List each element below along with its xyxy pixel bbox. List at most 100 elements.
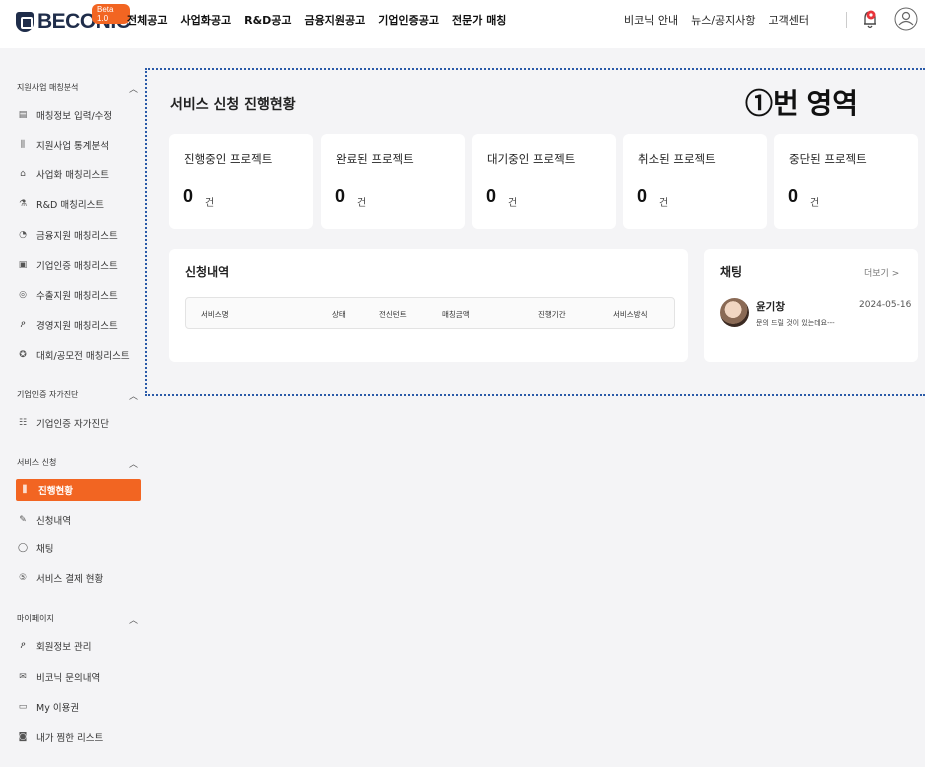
utility-nav: 비코닉 안내 뉴스/공지사항 고객센터 — [624, 12, 809, 28]
top-header: BECONIC Beta 1.0 전체공고 사업화공고 R&D공고 금융지원공고… — [0, 0, 925, 48]
sidebar-item-ticket[interactable]: ▭ My 이용권 — [17, 696, 141, 718]
stat-unit: 건 — [508, 198, 518, 209]
gnb-all-notices[interactable]: 전체공고 — [127, 12, 167, 28]
gnb-certification[interactable]: 기업인증공고 — [378, 12, 439, 28]
panel-title: 신청내역 — [185, 265, 230, 279]
sidebar-item-applications[interactable]: ✎ 신청내역 — [17, 509, 141, 531]
bookmark-icon: ◙ — [18, 732, 28, 742]
sidebar-item-commercialization[interactable]: ⌂ 사업화 매칭리스트 — [17, 163, 141, 185]
sidebar-item-contest[interactable]: ✪ 대회/공모전 매칭리스트 — [17, 344, 141, 366]
section-title-self-diagnosis: 기업인증 자가진단 — [17, 390, 79, 399]
chevron-up-icon[interactable]: ︿ — [129, 82, 138, 95]
sidebar-item-label: My 이용권 — [36, 703, 80, 714]
column-header: 매칭금액 — [442, 310, 470, 319]
sidebar-item-label: R&D 매칭리스트 — [36, 200, 105, 211]
sidebar-item-label: 채팅 — [36, 544, 54, 555]
table-header: 서비스명 상태 전신턴트 매칭금액 진행기간 서비스방식 — [185, 297, 675, 329]
ticket-icon: ▭ — [18, 702, 28, 712]
sidebar-item-label: 대회/공모전 매칭리스트 — [36, 351, 130, 362]
stat-card-completed[interactable]: 완료된 프로젝트 0 건 — [321, 134, 465, 229]
edit-icon: ✎ — [19, 515, 27, 525]
user-edit-icon: ዖ — [20, 641, 26, 651]
stat-value: 0 — [637, 186, 648, 206]
sidebar-item-matching-info[interactable]: ▤ 매칭정보 입력/수정 — [17, 104, 141, 126]
chat-sender-name: 윤기창 — [756, 301, 785, 313]
globe-icon: ◎ — [19, 290, 27, 300]
divider — [846, 12, 847, 28]
column-header: 전신턴트 — [379, 310, 407, 319]
sidebar-item-label: 기업인증 매칭리스트 — [36, 261, 118, 272]
sidebar-item-inquiries[interactable]: ✉ 비코닉 문의내역 — [17, 666, 141, 688]
gnb-expert-matching[interactable]: 전문가 매칭 — [452, 12, 506, 28]
sidebar-item-label: 비코닉 문의내역 — [36, 673, 101, 684]
region-label: ①번 영역 — [745, 88, 859, 119]
bell-icon[interactable] — [862, 8, 878, 30]
payment-icon: ⑤ — [18, 573, 28, 583]
chat-date: 2024-05-16 — [859, 300, 912, 310]
certificate-icon: ▣ — [18, 260, 28, 270]
chevron-up-icon[interactable]: ︿ — [129, 457, 138, 470]
sidebar-item-rnd[interactable]: ⚗ R&D 매칭리스트 — [17, 193, 141, 215]
stat-label: 취소된 프로젝트 — [638, 152, 716, 166]
more-link[interactable]: 더보기 > — [864, 266, 899, 279]
beta-badge: Beta 1.0 — [92, 4, 131, 24]
flask-icon: ⚗ — [18, 199, 28, 209]
sidebar-item-label: 기업인증 자가진단 — [36, 419, 109, 430]
stat-unit: 건 — [659, 198, 669, 209]
avatar — [720, 298, 749, 327]
sidebar-item-management[interactable]: ዖ 경영지원 매칭리스트 — [17, 314, 141, 336]
column-header: 서비스방식 — [613, 310, 648, 319]
sidebar-item-label: 매칭정보 입력/수정 — [36, 111, 113, 122]
stat-card-stopped[interactable]: 중단된 프로젝트 0 건 — [774, 134, 918, 229]
gnb-commercialization[interactable]: 사업화공고 — [180, 12, 231, 28]
stat-label: 중단된 프로젝트 — [789, 152, 867, 166]
column-header: 진행기간 — [538, 310, 566, 319]
sidebar-item-statistics[interactable]: ⫼ 지원사업 통계분석 — [17, 134, 141, 156]
stat-card-waiting[interactable]: 대기중인 프로젝트 0 건 — [472, 134, 616, 229]
util-news[interactable]: 뉴스/공지사항 — [691, 12, 755, 28]
stat-value: 0 — [183, 186, 194, 206]
column-header: 상태 — [332, 310, 346, 319]
gnb-rnd[interactable]: R&D공고 — [244, 12, 291, 28]
chevron-up-icon[interactable]: ︿ — [129, 613, 138, 626]
user-icon[interactable] — [894, 7, 918, 31]
chart-icon: ⫼ — [22, 485, 28, 495]
sidebar-item-finance[interactable]: ◔ 금융지원 매칭리스트 — [17, 224, 141, 246]
sidebar-item-chat[interactable]: ◯ 채팅 — [17, 537, 141, 559]
sidebar-item-self-diagnosis[interactable]: ☷ 기업인증 자가진단 — [17, 412, 141, 434]
stat-value: 0 — [335, 186, 346, 206]
mail-icon: ✉ — [19, 672, 27, 682]
people-icon: ዖ — [20, 320, 26, 330]
stat-value: 0 — [486, 186, 497, 206]
global-nav: 전체공고 사업화공고 R&D공고 금융지원공고 기업인증공고 전문가 매칭 — [127, 12, 506, 28]
sidebar-item-export[interactable]: ◎ 수출지원 매칭리스트 — [17, 284, 141, 306]
sidebar-item-label: 서비스 결제 현황 — [36, 574, 104, 585]
shield-logo-icon — [16, 12, 34, 32]
application-history-panel: 신청내역 서비스명 상태 전신턴트 매칭금액 진행기간 서비스방식 — [169, 249, 688, 362]
chat-icon: ◯ — [17, 543, 29, 553]
section-title-matching: 지원사업 매칭분석 — [17, 83, 79, 92]
sidebar-item-payment[interactable]: ⑤ 서비스 결제 현황 — [17, 567, 141, 589]
sidebar-item-progress[interactable]: ⫼ 진행현황 — [16, 479, 141, 501]
stat-card-in-progress[interactable]: 진행중인 프로젝트 0 건 — [169, 134, 313, 229]
stat-card-cancelled[interactable]: 취소된 프로젝트 0 건 — [623, 134, 767, 229]
section-title-mypage: 마이페이지 — [17, 614, 54, 623]
chat-message-preview: 문의 드릴 것이 있는데요--- — [756, 319, 835, 327]
chat-panel: 채팅 더보기 > 윤기창 2024-05-16 문의 드릴 것이 있는데요--- — [704, 249, 918, 362]
sidebar-item-label: 진행현황 — [38, 486, 73, 497]
document-icon: ▤ — [18, 110, 28, 120]
sidebar-item-wishlist[interactable]: ◙ 내가 찜한 리스트 — [17, 726, 141, 748]
util-about[interactable]: 비코닉 안내 — [624, 12, 678, 28]
beconic-logo[interactable]: BECONIC Beta 1.0 — [16, 4, 131, 34]
sidebar-item-certification[interactable]: ▣ 기업인증 매칭리스트 — [17, 254, 141, 276]
sidebar-item-label: 경영지원 매칭리스트 — [36, 321, 118, 332]
chart-icon: ⫼ — [20, 140, 26, 150]
sidebar-item-label: 지원사업 통계분석 — [36, 141, 109, 152]
chevron-up-icon[interactable]: ︿ — [129, 389, 138, 402]
gnb-finance[interactable]: 금융지원공고 — [305, 12, 366, 28]
coin-icon: ◔ — [19, 230, 27, 240]
util-support[interactable]: 고객센터 — [769, 12, 809, 28]
sidebar-item-member-info[interactable]: ዖ 회원정보 관리 — [17, 635, 141, 657]
stat-unit: 건 — [810, 198, 820, 209]
sidebar-item-label: 금융지원 매칭리스트 — [36, 231, 118, 242]
